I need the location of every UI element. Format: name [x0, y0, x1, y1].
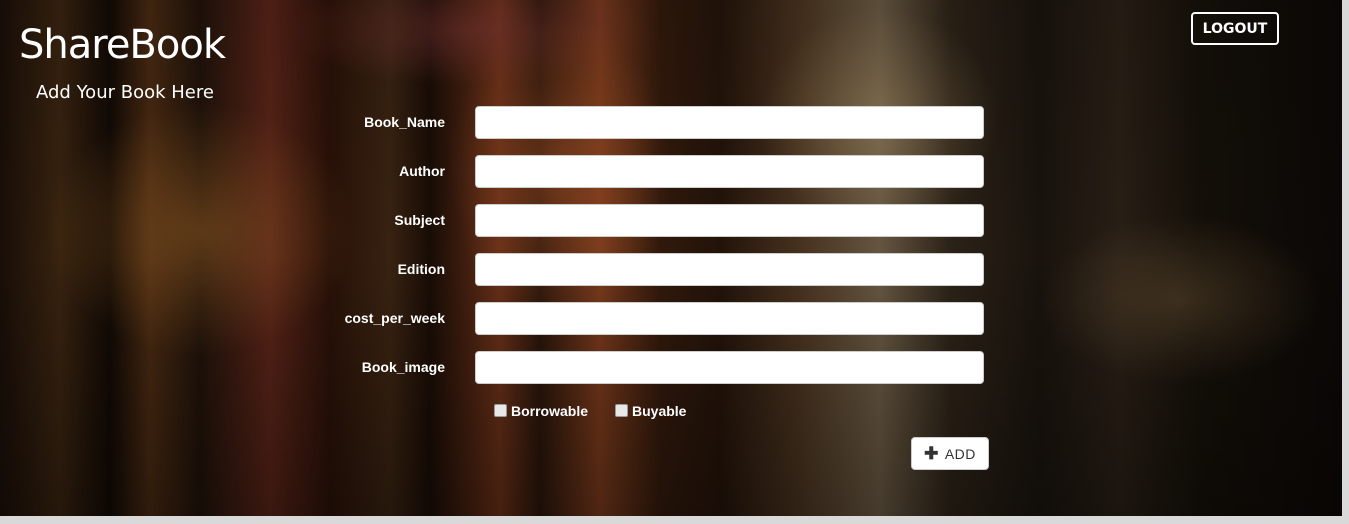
- buyable-label: Buyable: [632, 403, 687, 419]
- borrowable-checkbox[interactable]: [494, 404, 507, 417]
- edition-input[interactable]: [475, 253, 984, 286]
- form-row-edition: Edition: [0, 253, 1000, 286]
- subject-input[interactable]: [475, 204, 984, 237]
- page-background: ShareBook Add Your Book Here LOGOUT Book…: [0, 0, 1342, 516]
- book-name-label: Book_Name: [364, 114, 445, 130]
- plus-icon: ✚: [924, 444, 939, 463]
- brand-title: ShareBook: [19, 22, 226, 68]
- form-row-cost-per-week: cost_per_week: [0, 302, 1000, 335]
- form-row-book-image: Book_image: [0, 351, 1000, 384]
- book-name-input[interactable]: [475, 106, 984, 139]
- cost-per-week-label: cost_per_week: [344, 310, 445, 326]
- logout-button[interactable]: LOGOUT: [1191, 12, 1279, 45]
- book-image-label: Book_image: [361, 359, 445, 375]
- buyable-option[interactable]: Buyable: [615, 403, 686, 419]
- cost-per-week-input[interactable]: [475, 302, 984, 335]
- form-row-author: Author: [0, 155, 1000, 188]
- add-button-label: ADD: [944, 445, 976, 462]
- borrowable-label: Borrowable: [511, 403, 589, 419]
- buyable-checkbox[interactable]: [615, 404, 628, 417]
- author-input[interactable]: [475, 155, 984, 188]
- subject-label: Subject: [394, 212, 445, 228]
- page-subtitle: Add Your Book Here: [36, 82, 214, 103]
- form-row-book-name: Book_Name: [0, 106, 1000, 139]
- borrowable-option[interactable]: Borrowable: [494, 403, 588, 419]
- form-row-subject: Subject: [0, 204, 1000, 237]
- add-button[interactable]: ✚ ADD: [911, 437, 989, 470]
- edition-label: Edition: [397, 261, 445, 277]
- author-label: Author: [399, 163, 445, 179]
- book-image-input[interactable]: [475, 351, 984, 384]
